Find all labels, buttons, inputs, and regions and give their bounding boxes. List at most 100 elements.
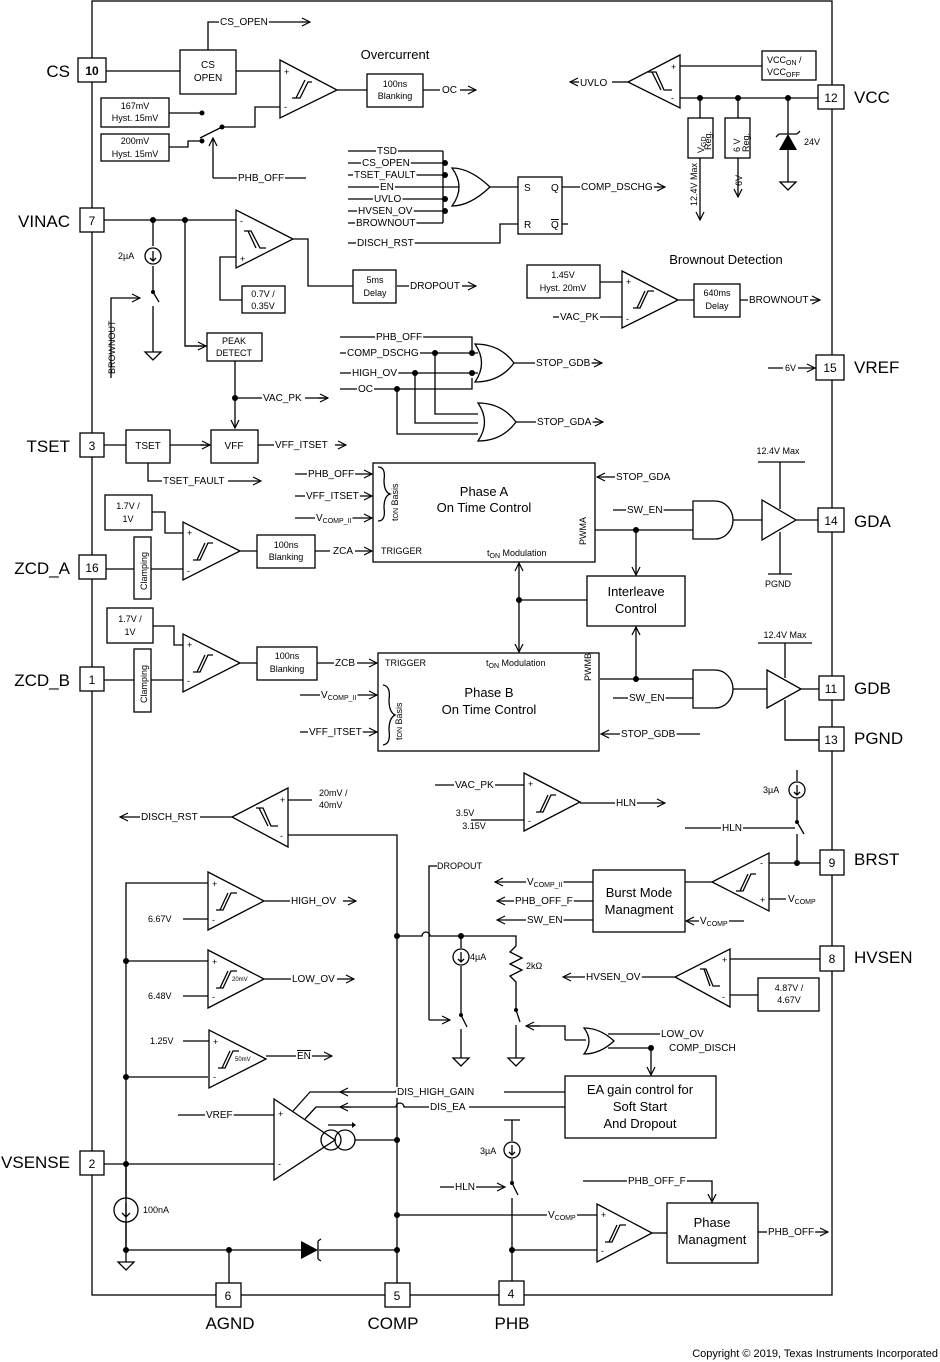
oc-blanking-line2: Blanking <box>378 91 413 101</box>
gdb-max-label: 12.4V Max <box>763 630 807 640</box>
svg-text:+: + <box>760 895 765 905</box>
gda-pgnd-label: PGND <box>765 579 792 589</box>
overcurrent-title: Overcurrent <box>361 47 430 62</box>
vac-pk-signal: VAC_PK <box>263 393 302 404</box>
gda-and-gate <box>692 500 734 540</box>
pin-comp-number: 5 <box>394 1289 401 1303</box>
hln-brst-signal: HLN <box>722 823 742 834</box>
pin-tset-name: TSET <box>27 437 70 456</box>
pin-cs: 10 CS <box>46 57 107 83</box>
or-input-uvlo: UVLO <box>374 194 401 205</box>
zener-label: 24V <box>804 137 820 147</box>
phase-a-title-line2: On Time Control <box>437 500 532 515</box>
tset-fault-signal: TSET_FAULT <box>163 476 225 487</box>
ref-200mv-line1: 200mV <box>121 136 150 146</box>
clamping-a-label: Clamping <box>139 552 149 590</box>
block-diagram: 10 CS 7 VINAC 3 TSET 16 ZCD_A 1 ZCD_B 2 … <box>1 0 938 1360</box>
blanking-b-line1: 100ns <box>275 651 300 661</box>
pin-brst-number: 9 <box>829 856 836 870</box>
clamping-b-label: Clamping <box>139 665 149 703</box>
fault-logic: TSD CS_OPEN TSET_FAULT EN UVLO HVSEN_OV … <box>348 146 665 249</box>
stop-input-phb-off: PHB_OFF <box>376 332 422 343</box>
phase-mgmt-line1: Phase <box>694 1215 731 1230</box>
pin-comp: 5 COMP <box>368 1282 419 1333</box>
ref-167mv-line1: 167mV <box>121 101 150 111</box>
svg-text:+: + <box>722 955 727 965</box>
gdb-driver-buffer <box>766 668 803 710</box>
delay-640ms-line2: Delay <box>705 301 729 311</box>
sr-s: S <box>524 183 531 194</box>
pin-vinac-name: VINAC <box>18 212 70 231</box>
ref-zcd-b-line2: 1V <box>124 627 135 637</box>
cs-open-block <box>179 49 237 95</box>
svg-text:+: + <box>601 1210 606 1220</box>
ref-20mv-line1: 20mV / <box>319 788 348 798</box>
brownout-section: Brownout Detection 1.45V Hyst. 20mV + - V… <box>526 252 820 330</box>
svg-text:-: - <box>284 102 287 112</box>
ref-1v25-label: 1.25V <box>150 1036 174 1046</box>
pin-agnd: 6 AGND <box>205 1282 255 1333</box>
pin-phb: 4 PHB <box>495 1280 529 1333</box>
pin-tset-number: 3 <box>89 439 96 453</box>
zca-signal: ZCA <box>333 546 353 557</box>
ref-1v45-line1: 1.45V <box>551 270 575 280</box>
pin-zcd-b: 1 ZCD_B <box>14 666 105 692</box>
phb-off-switch-signal: PHB_OFF <box>238 173 284 184</box>
interleave-line1: Interleave <box>607 584 664 599</box>
svg-text:-: - <box>626 314 629 324</box>
blanking-b-line2: Blanking <box>270 664 305 674</box>
pin-vinac-number: 7 <box>89 214 96 228</box>
reg-6v-line2: Reg. <box>741 133 751 152</box>
pin-hvsen-name: HVSEN <box>854 948 913 967</box>
svg-text:+: + <box>213 1037 218 1047</box>
svg-text:-: - <box>187 566 190 576</box>
stop-gda-signal: STOP_GDA <box>537 417 592 428</box>
sw-en-b-signal: SW_EN <box>629 693 665 704</box>
pin-phb-number: 4 <box>508 1287 515 1301</box>
burst-mode-line1: Burst Mode <box>606 885 672 900</box>
low-ov-hyst-label: 20mV <box>232 977 248 983</box>
pa-input-vff-itset: VFF_ITSET <box>306 491 359 502</box>
dropout-signal: DROPOUT <box>410 281 460 292</box>
delay-5ms-line1: 5ms <box>366 275 384 285</box>
high-ov-signal: HIGH_OV <box>291 896 336 907</box>
or-input-tset-fault: TSET_FAULT <box>354 170 416 181</box>
or-input-brownout: BROWNOUT <box>356 218 415 229</box>
ref-zcd-a-line1: 1.7V / <box>116 501 140 511</box>
zcb-signal: ZCB <box>335 658 355 669</box>
stop-gda-or-gate <box>476 402 517 442</box>
svg-text:+: + <box>671 62 676 72</box>
pin-cs-number: 10 <box>85 64 99 78</box>
pin-hvsen: 8 HVSEN <box>819 945 913 972</box>
delay-640ms-line1: 640ms <box>703 288 731 298</box>
phase-a-pwm-label: PWMA <box>578 517 588 545</box>
svg-text:-: - <box>760 858 763 868</box>
cs-open-line1: CS <box>201 60 215 71</box>
svg-text:-: - <box>187 676 190 686</box>
vgd-reg-line2: Reg. <box>703 131 713 150</box>
interleave-line2: Control <box>615 601 657 616</box>
pin-gdb-number: 11 <box>825 682 838 696</box>
svg-text:-: - <box>722 992 725 1002</box>
stop-logic: PHB_OFF COMP_DSCHG HIGH_OV OC STOP_GDB S… <box>340 332 603 442</box>
pin-agnd-name: AGND <box>205 1314 254 1333</box>
svg-text:-: - <box>528 816 531 826</box>
svg-text:+: + <box>528 779 533 789</box>
current-100na-label: 100nA <box>143 1205 169 1215</box>
ea-section: EA gain control for Soft Start And Dropo… <box>104 1075 717 1182</box>
brownout-switch-signal: BROWNOUT <box>107 320 117 374</box>
pin-comp-name: COMP <box>368 1314 419 1333</box>
current-3ua-brst-label: 3µA <box>763 785 779 795</box>
pin-vref-number: 15 <box>823 361 837 375</box>
vff-block-label: VFF <box>225 441 244 452</box>
ref-6v48-label: 6.48V <box>148 991 172 1001</box>
sr-r: R <box>524 220 531 231</box>
delay-5ms-line2: Delay <box>363 288 387 298</box>
gdb-and-gate <box>692 669 734 709</box>
copyright-notice: Copyright © 2019, Texas Instruments Inco… <box>692 1348 938 1360</box>
pin-vsense: 2 VSENSE <box>1 1150 105 1176</box>
phb-section: 3µA HLN + - Phase Managment PHB_OFF_F PHB… <box>440 1119 828 1281</box>
stop-input-high-ov: HIGH_OV <box>352 368 397 379</box>
svg-text:-: - <box>213 1072 216 1082</box>
brownout-signal: BROWNOUT <box>749 295 808 306</box>
